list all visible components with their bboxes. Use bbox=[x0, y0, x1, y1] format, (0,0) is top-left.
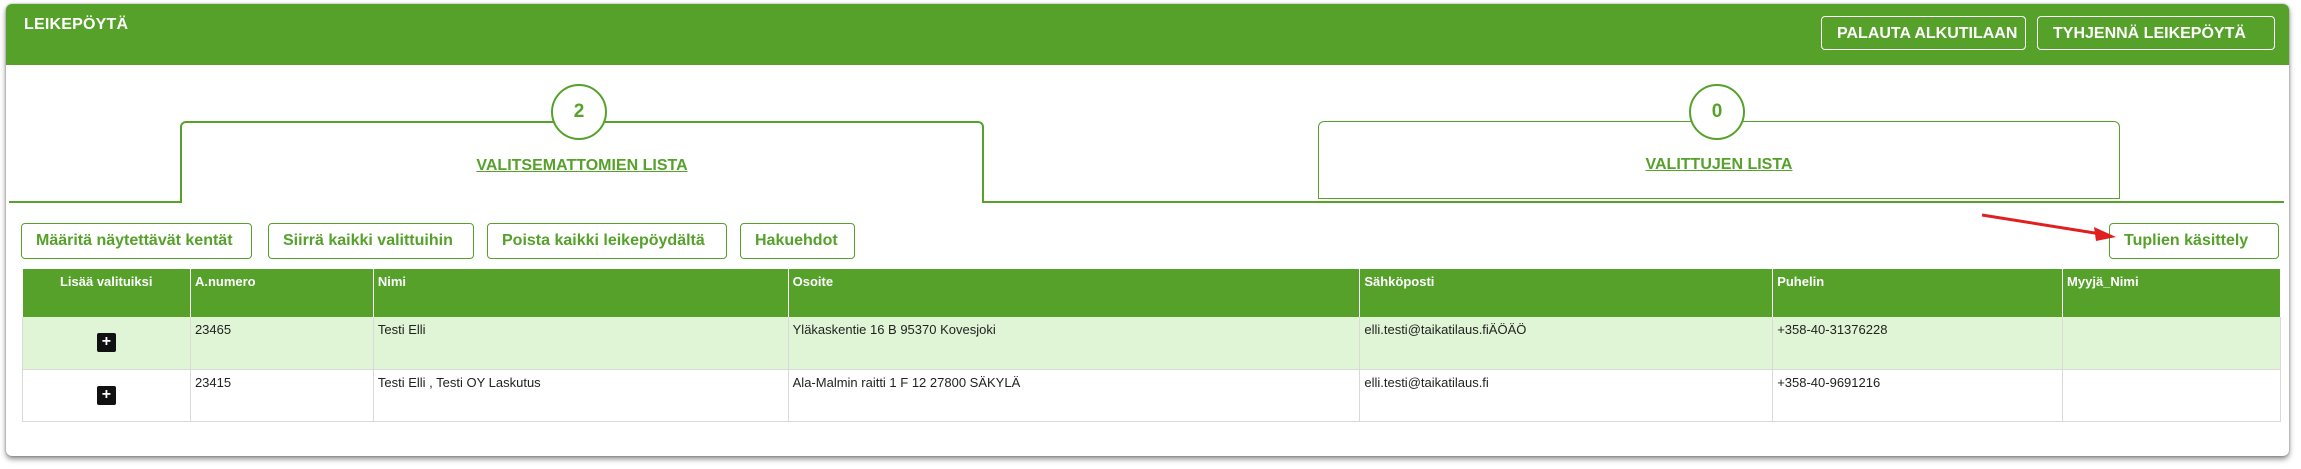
table-header-row: Lisää valituiksi A.numero Nimi Osoite Sä… bbox=[22, 269, 2281, 317]
add-cell: + bbox=[22, 369, 191, 422]
cell-phone: +358-40-9691216 bbox=[1772, 369, 2064, 422]
duplicates-button[interactable]: Tuplien käsittely bbox=[2109, 223, 2279, 259]
add-to-selected-icon[interactable]: + bbox=[96, 333, 116, 353]
red-arrow-icon bbox=[1981, 213, 2116, 241]
search-criteria-button[interactable]: Hakuehdot bbox=[740, 223, 855, 259]
tab-selected-label[interactable]: VALITTUJEN LISTA bbox=[1319, 156, 2119, 174]
col-header-add: Lisää valituiksi bbox=[22, 269, 191, 317]
add-cell: + bbox=[22, 317, 191, 370]
selected-count-badge: 0 bbox=[1689, 84, 1745, 140]
tab-unselected-label[interactable]: VALITSEMATTOMIEN LISTA bbox=[182, 157, 982, 175]
cell-phone: +358-40-31376228 bbox=[1772, 317, 2064, 370]
remove-all-button[interactable]: Poista kaikki leikepöydältä bbox=[487, 223, 727, 259]
move-all-button[interactable]: Siirrä kaikki valittuihin bbox=[268, 223, 474, 259]
col-header-name[interactable]: Nimi bbox=[373, 269, 789, 317]
col-header-email[interactable]: Sähköposti bbox=[1359, 269, 1774, 317]
panel-header: LEIKEPÖYTÄ PALAUTA ALKUTILAAN TYHJENNÄ L… bbox=[6, 4, 2289, 65]
clipboard-panel: LEIKEPÖYTÄ PALAUTA ALKUTILAAN TYHJENNÄ L… bbox=[6, 4, 2289, 456]
cell-seller bbox=[2062, 369, 2281, 422]
unselected-count-badge: 2 bbox=[551, 84, 607, 140]
table-row: + 23465 Testi Elli Yläkaskentie 16 B 953… bbox=[22, 317, 2281, 370]
cell-email: elli.testi@taikatilaus.fiÄÖÄÖ bbox=[1359, 317, 1774, 370]
cell-name: Testi Elli , Testi OY Laskutus bbox=[373, 369, 789, 422]
col-header-number[interactable]: A.numero bbox=[190, 269, 374, 317]
cell-address: Ala-Malmin raitti 1 F 12 27800 SÄKYLÄ bbox=[788, 369, 1361, 422]
cell-email: elli.testi@taikatilaus.fi bbox=[1359, 369, 1774, 422]
cell-name: Testi Elli bbox=[373, 317, 789, 370]
page-title: LEIKEPÖYTÄ bbox=[24, 16, 129, 33]
col-header-phone[interactable]: Puhelin bbox=[1772, 269, 2064, 317]
cell-number: 23415 bbox=[190, 369, 374, 422]
cell-address: Yläkaskentie 16 B 95370 Kovesjoki bbox=[788, 317, 1361, 370]
cell-seller bbox=[2062, 317, 2281, 370]
empty-clipboard-button[interactable]: TYHJENNÄ LEIKEPÖYTÄ bbox=[2037, 16, 2275, 50]
col-header-address[interactable]: Osoite bbox=[788, 269, 1361, 317]
cell-number: 23465 bbox=[190, 317, 374, 370]
table-row: + 23415 Testi Elli , Testi OY Laskutus A… bbox=[22, 369, 2281, 422]
add-to-selected-icon[interactable]: + bbox=[96, 385, 116, 405]
col-header-seller[interactable]: Myyjä_Nimi bbox=[2062, 269, 2281, 317]
clipboard-table: Lisää valituiksi A.numero Nimi Osoite Sä… bbox=[22, 269, 2281, 422]
reset-button[interactable]: PALAUTA ALKUTILAAN bbox=[1821, 16, 2026, 50]
define-fields-button[interactable]: Määritä näytettävät kentät bbox=[21, 223, 252, 259]
